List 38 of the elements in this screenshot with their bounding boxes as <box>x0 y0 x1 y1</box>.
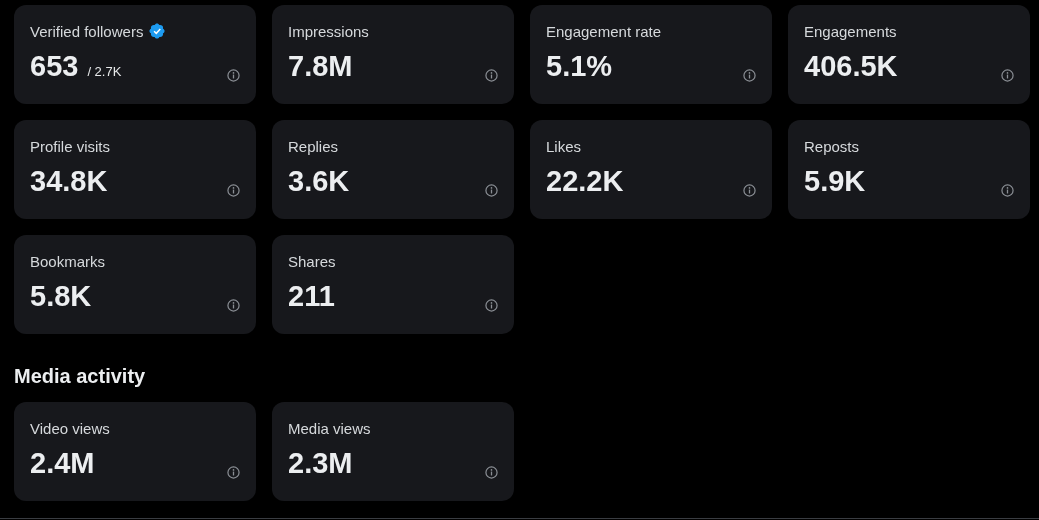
info-icon[interactable] <box>227 466 240 479</box>
metric-value: 3.6K <box>288 165 350 198</box>
metric-value: 5.8K <box>30 280 92 313</box>
metric-value: 2.3M <box>288 447 353 480</box>
metric-value: 22.2K <box>546 165 624 198</box>
metric-label: Impressions <box>288 22 369 40</box>
metric-label: Reposts <box>804 137 860 155</box>
info-icon[interactable] <box>227 184 240 197</box>
metric-label: Profile visits <box>30 137 111 155</box>
metric-value: 34.8K <box>30 165 108 198</box>
metric-value: 653 <box>30 50 79 83</box>
info-icon[interactable] <box>1001 184 1014 197</box>
metric-label: Engagements <box>804 22 897 40</box>
metric-label: Verified followers <box>30 22 144 40</box>
metric-label: Shares <box>288 252 336 270</box>
metric-value: 5.9K <box>804 165 866 198</box>
metric-label: Replies <box>288 137 339 155</box>
metric-label: Media views <box>288 419 371 437</box>
metric-value: 211 <box>288 280 335 313</box>
info-icon[interactable] <box>743 184 756 197</box>
info-icon[interactable] <box>485 184 498 197</box>
metric-value: 2.4M <box>30 447 95 480</box>
metric-label: Likes <box>546 137 582 155</box>
metric-total: / 2.7K <box>87 64 122 79</box>
info-icon[interactable] <box>485 69 498 82</box>
metric-label: Bookmarks <box>30 252 106 270</box>
info-icon[interactable] <box>227 299 240 312</box>
metric-label: Engagement rate <box>546 22 662 40</box>
metric-label: Video views <box>30 419 110 437</box>
info-icon[interactable] <box>227 69 240 82</box>
info-icon[interactable] <box>485 299 498 312</box>
metric-value: 406.5K <box>804 50 898 83</box>
info-icon[interactable] <box>743 69 756 82</box>
metric-value: 5.1% <box>546 50 613 83</box>
metric-value: 7.8M <box>288 50 353 83</box>
info-icon[interactable] <box>1001 69 1014 82</box>
info-icon[interactable] <box>485 466 498 479</box>
section-heading: Media activity <box>14 364 147 388</box>
